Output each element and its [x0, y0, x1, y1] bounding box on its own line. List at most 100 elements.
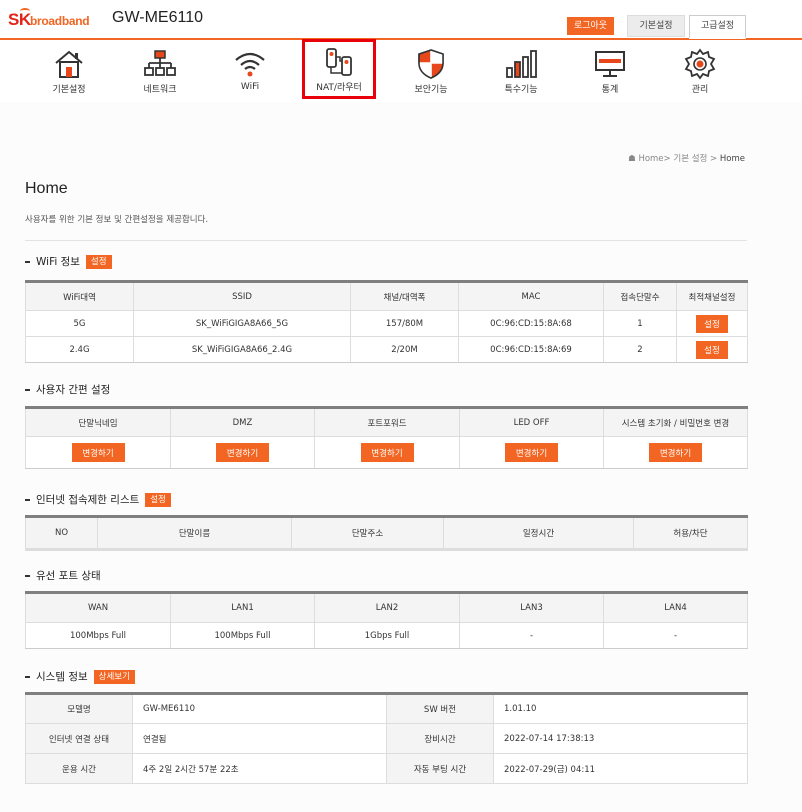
restrict-table: NO 단말이름 단말주소 일정시간 허용/차단	[25, 515, 748, 551]
cell-action: 변경하기	[603, 436, 748, 469]
system-section-heading: 시스템 정보 상세보기	[25, 669, 135, 684]
top-header: SK broadband GW-ME6110 로그아웃 기본설정 고급설정	[0, 0, 802, 40]
table-row: 5G SK_WiFiGIGA8A66_5G 157/80M 0C:96:CD:1…	[25, 310, 748, 337]
monitor-icon	[595, 51, 625, 77]
main-nav: 기본설정 네트워크 WiFi NAT/라우터 보안기능 특수기능 통계 관리	[0, 39, 802, 102]
change-nickname-button[interactable]: 변경하기	[71, 443, 125, 462]
key-cell: 자동 부팅 시간	[386, 753, 494, 784]
change-led-button[interactable]: 변경하기	[505, 443, 558, 462]
nav-item-stats[interactable]: 통계	[575, 42, 645, 100]
page-title: Home	[25, 180, 68, 197]
restrict-settings-button[interactable]: 설정	[145, 492, 171, 507]
tab-basic-settings[interactable]: 기본설정	[627, 15, 685, 37]
cell-count: 2	[603, 336, 677, 363]
restrict-heading-text: 인터넷 접속제한 리스트	[36, 494, 140, 506]
wifi-table: WiFi대역 SSID 채널/대역폭 MAC 접속단말수 최적채널설정 5G S…	[25, 280, 748, 363]
wifi-settings-button[interactable]: 설정	[85, 254, 112, 269]
breadcrumb-home[interactable]: Home	[638, 154, 663, 164]
table-row: 2.4G SK_WiFiGIGA8A66_2.4G 2/20M 0C:96:CD…	[25, 336, 748, 363]
cell-channel: 157/80M	[350, 310, 459, 337]
system-info-table: 모델명 GW-ME6110 SW 버전 1.01.10 인터넷 연결 상태 연결…	[25, 692, 748, 784]
table-row: 인터넷 연결 상태 연결됨 장비시간 2022-07-14 17:38:13	[25, 723, 748, 754]
col-header: 채널/대역폭	[350, 281, 459, 311]
col-header: 포트포워드	[314, 407, 460, 437]
cell-action: 설정	[676, 310, 748, 337]
value-cell: GW-ME6110	[132, 693, 387, 724]
ports-table-header: WAN LAN1 LAN2 LAN3 LAN4	[25, 592, 748, 623]
optimal-channel-button-24g[interactable]: 설정	[696, 340, 728, 359]
nav-label-manage: 관리	[691, 85, 709, 95]
nav-label-wifi: WiFi	[240, 82, 260, 92]
col-header: 접속단말수	[603, 281, 677, 311]
restrict-table-header: NO 단말이름 단말주소 일정시간 허용/차단	[25, 516, 748, 551]
breadcrumb-mid[interactable]: 기본 설정	[673, 154, 707, 164]
shield-icon	[418, 49, 444, 79]
table-row: 변경하기 변경하기 변경하기 변경하기 변경하기	[25, 436, 748, 469]
cell-count: 1	[603, 310, 677, 337]
value-cell: 연결됨	[132, 723, 387, 754]
nav-label-security: 보안기능	[414, 85, 448, 95]
quick-section-heading: 사용자 간편 설정	[25, 382, 110, 397]
col-header: SSID	[133, 281, 351, 311]
cell-channel: 2/20M	[350, 336, 459, 363]
restrict-section-heading: 인터넷 접속제한 리스트 설정	[25, 492, 171, 507]
gear-icon	[684, 48, 716, 80]
nav-label-stats: 통계	[601, 85, 619, 95]
nav-item-wifi[interactable]: WiFi	[215, 42, 285, 100]
nav-item-manage[interactable]: 관리	[665, 42, 735, 100]
optimal-channel-button-5g[interactable]: 설정	[696, 314, 728, 333]
nav-item-security[interactable]: 보안기능	[396, 42, 466, 100]
quick-table-header: 단말닉네임 DMZ 포트포워드 LED OFF 시스템 초기화 / 비밀번호 변…	[25, 407, 748, 437]
nav-item-network[interactable]: 네트워크	[125, 42, 195, 100]
col-header: 허용/차단	[633, 516, 748, 551]
key-cell: 장비시간	[386, 723, 494, 754]
logout-button[interactable]: 로그아웃	[567, 17, 614, 35]
nav-item-nat[interactable]: NAT/라우터	[302, 39, 376, 99]
col-header: 단말이름	[97, 516, 292, 551]
cell-port: 100Mbps Full	[170, 622, 315, 649]
quick-heading-text: 사용자 간편 설정	[36, 384, 111, 396]
cell-action: 변경하기	[314, 436, 460, 469]
col-header: WAN	[25, 592, 171, 623]
cell-port: 100Mbps Full	[25, 622, 171, 649]
bullet-dash	[25, 260, 30, 263]
col-header: 일정시간	[443, 516, 634, 551]
nav-item-basic[interactable]: 기본설정	[34, 42, 104, 100]
ports-section-heading: 유선 포트 상태	[25, 568, 101, 583]
wifi-table-header: WiFi대역 SSID 채널/대역폭 MAC 접속단말수 최적채널설정	[25, 281, 748, 311]
cell-band: 2.4G	[25, 336, 134, 363]
change-dmz-button[interactable]: 변경하기	[216, 443, 269, 462]
bars-icon	[506, 50, 537, 78]
quick-settings-table: 단말닉네임 DMZ 포트포워드 LED OFF 시스템 초기화 / 비밀번호 변…	[25, 406, 748, 469]
change-system-button[interactable]: 변경하기	[649, 443, 702, 462]
col-header: 단말닉네임	[25, 407, 171, 437]
tab-advanced-settings[interactable]: 고급설정	[689, 15, 746, 39]
cell-ssid: SK_WiFiGIGA8A66_2.4G	[133, 336, 351, 363]
bullet-dash	[25, 675, 30, 678]
breadcrumb-current: Home	[719, 154, 745, 164]
cell-action: 변경하기	[25, 436, 171, 469]
key-cell: 운용 시간	[25, 753, 133, 784]
col-header: DMZ	[170, 407, 315, 437]
nav-label-nat: NAT/라우터	[316, 83, 362, 93]
cell-port: -	[459, 622, 604, 649]
system-detail-button[interactable]: 상세보기	[93, 669, 135, 684]
value-cell: 4주 2일 2시간 57분 22초	[132, 753, 387, 784]
col-header: LAN1	[170, 592, 315, 623]
nav-label-network: 네트워크	[143, 85, 177, 95]
nav-item-special[interactable]: 특수기능	[486, 42, 556, 100]
cell-port: 1Gbps Full	[314, 622, 460, 649]
sk-broadband-logo[interactable]: SK broadband	[8, 8, 100, 32]
cell-action: 설정	[676, 336, 748, 363]
value-cell: 2022-07-29(금) 04:11	[493, 753, 748, 784]
col-header: WiFi대역	[25, 281, 134, 311]
value-cell: 1.01.10	[493, 693, 748, 724]
col-header: 단말주소	[291, 516, 444, 551]
cell-mac: 0C:96:CD:15:8A:68	[458, 310, 604, 337]
ports-heading-text: 유선 포트 상태	[36, 570, 101, 582]
ports-table: WAN LAN1 LAN2 LAN3 LAN4 100Mbps Full 100…	[25, 591, 748, 649]
change-portforward-button[interactable]: 변경하기	[360, 443, 414, 462]
col-header: LAN2	[314, 592, 460, 623]
network-icon	[144, 50, 176, 76]
cell-band: 5G	[25, 310, 134, 337]
